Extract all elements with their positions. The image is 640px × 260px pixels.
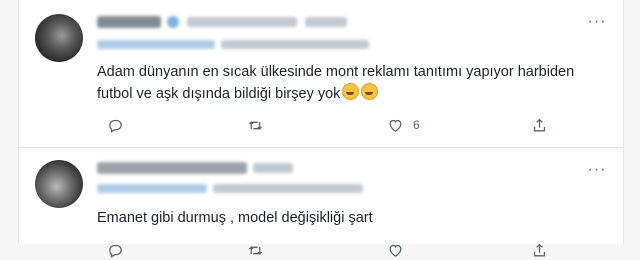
share-icon bbox=[533, 118, 546, 131]
retweet-button[interactable] bbox=[247, 240, 273, 260]
tweet-feed: ··· Adam dünyanın en sıcak ülkesinde mon… bbox=[18, 0, 624, 258]
more-icon: ··· bbox=[587, 13, 607, 30]
share-button[interactable] bbox=[531, 240, 548, 260]
retweet-button[interactable] bbox=[247, 115, 273, 135]
share-button[interactable] bbox=[531, 115, 548, 135]
like-button[interactable]: 6 bbox=[387, 115, 420, 135]
retweet-icon bbox=[249, 120, 262, 130]
more-options-button[interactable]: ··· bbox=[585, 14, 609, 30]
avatar[interactable] bbox=[35, 14, 83, 62]
tweet-text: Emanet gibi durmuş , model değişikliği ş… bbox=[97, 207, 607, 229]
reply-icon bbox=[109, 244, 122, 258]
like-button[interactable] bbox=[387, 240, 413, 260]
retweet-icon bbox=[249, 245, 262, 255]
laughing-tears-emoji bbox=[342, 83, 360, 100]
tweet-text-content: Adam dünyanın en sıcak ülkesinde mont re… bbox=[97, 64, 575, 102]
like-count: 6 bbox=[413, 118, 420, 132]
heart-icon bbox=[389, 119, 402, 132]
reply-icon bbox=[109, 119, 122, 133]
laughing-tears-emoji bbox=[361, 83, 379, 100]
tweet-text: Adam dünyanın en sıcak ülkesinde mont re… bbox=[97, 61, 607, 105]
reply-button[interactable] bbox=[107, 115, 133, 135]
reply-button[interactable] bbox=[107, 240, 133, 260]
tweet[interactable]: ··· Adam dünyanın en sıcak ülkesinde mon… bbox=[19, 0, 623, 148]
share-icon bbox=[533, 243, 546, 256]
tweet[interactable]: ··· Emanet gibi durmuş , model değişikli… bbox=[19, 148, 623, 258]
tweet-text-content: Emanet gibi durmuş , model değişikliği ş… bbox=[97, 210, 373, 226]
avatar[interactable] bbox=[35, 160, 83, 208]
more-icon: ··· bbox=[587, 161, 607, 178]
heart-icon bbox=[389, 244, 402, 257]
tweet-actions bbox=[107, 240, 557, 260]
tweet-actions: 6 bbox=[107, 115, 557, 135]
more-options-button[interactable]: ··· bbox=[585, 162, 609, 178]
